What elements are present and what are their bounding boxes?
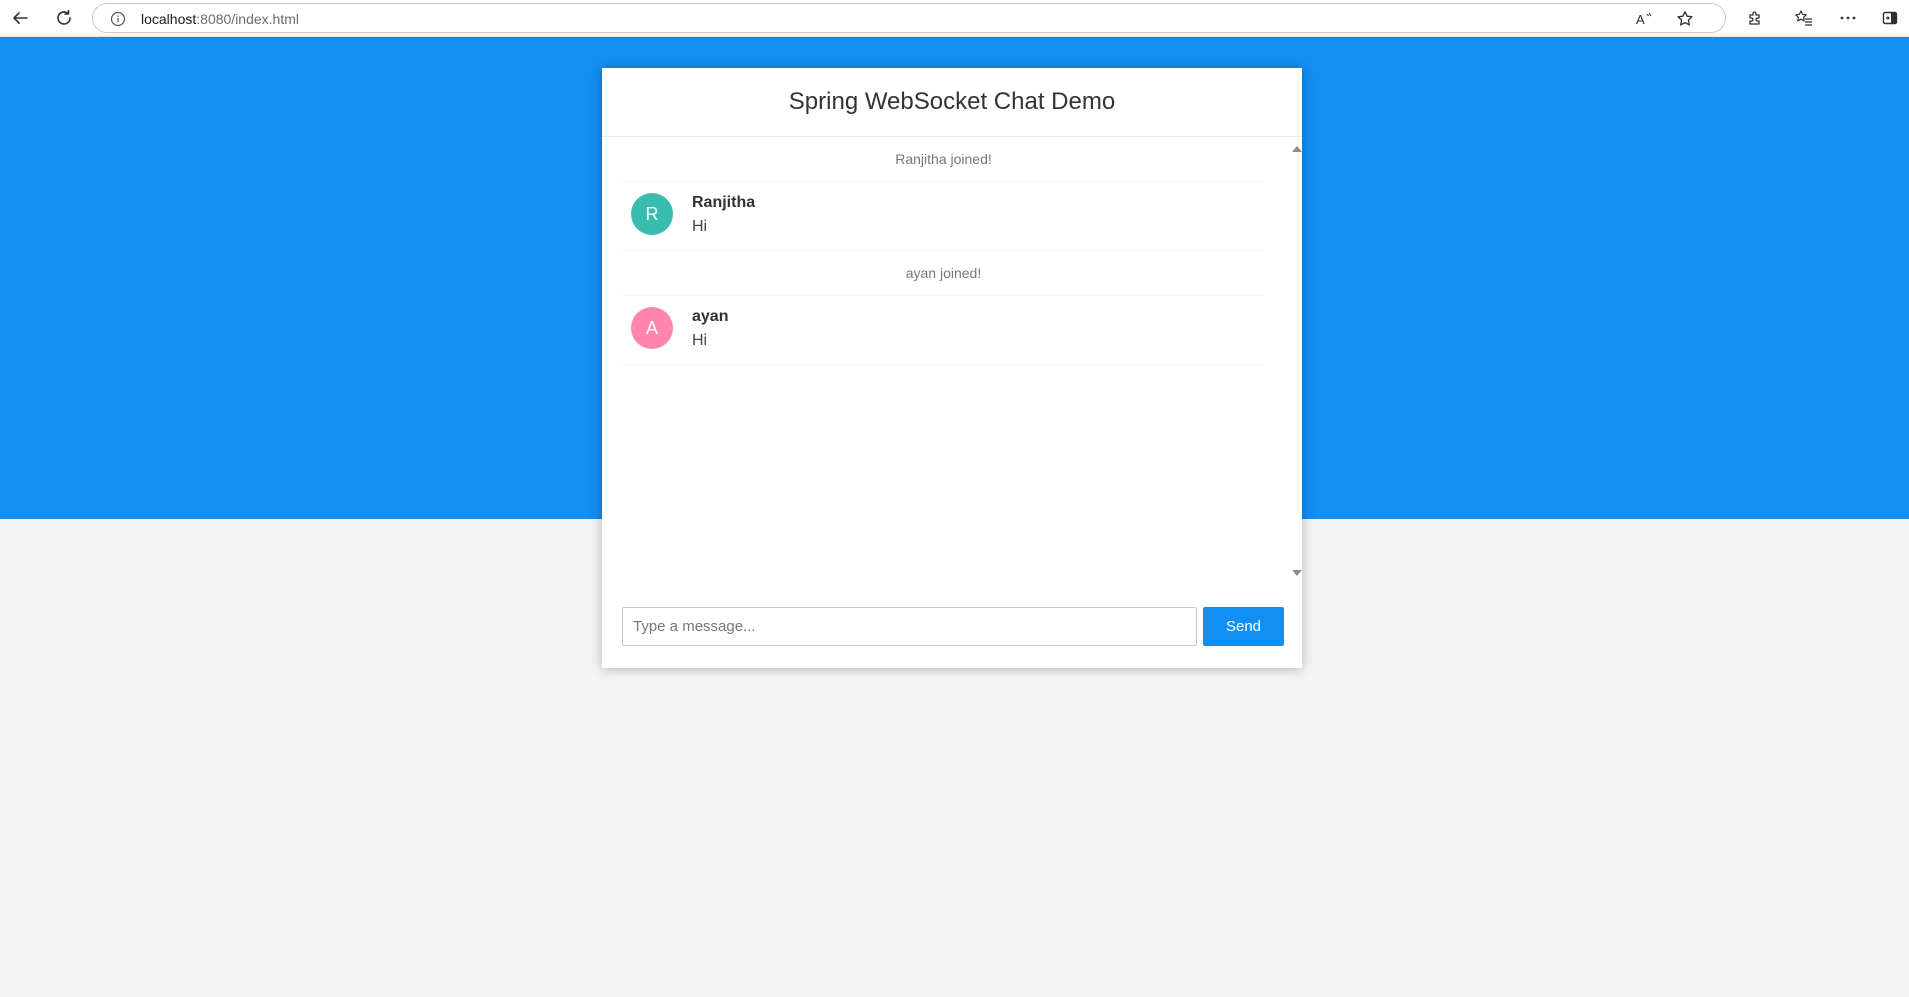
message-sender: Ranjitha (692, 194, 756, 211)
message-text: Hi (692, 332, 708, 349)
event-message: ayan joined! (622, 251, 1265, 296)
refresh-icon[interactable] (49, 4, 79, 32)
avatar: A (631, 307, 673, 349)
url-path: :8080/index.html (196, 11, 299, 27)
message-form: Send (622, 607, 1284, 646)
message-list: Ranjitha joined! R Ranjitha Hi ayan join… (602, 137, 1302, 365)
message-scrollbar[interactable] (1288, 137, 1302, 580)
scroll-down-arrow-icon[interactable] (1292, 570, 1302, 576)
favorites-icon[interactable] (1789, 4, 1819, 32)
read-aloud-icon[interactable]: A (1635, 10, 1655, 28)
event-message-text: ayan joined! (905, 265, 982, 281)
event-message-text: Ranjitha joined! (895, 151, 992, 167)
chat-title: Spring WebSocket Chat Demo (788, 88, 1116, 115)
message-area[interactable]: Ranjitha joined! R Ranjitha Hi ayan join… (602, 137, 1302, 580)
chat-message: R Ranjitha Hi (622, 182, 1265, 251)
message-text: Hi (692, 218, 708, 235)
browser-toolbar: localhost:8080/index.html A (0, 0, 1909, 37)
address-bar[interactable]: localhost:8080/index.html A (92, 3, 1726, 33)
back-arrow-icon[interactable] (5, 4, 35, 32)
favorite-star-icon[interactable] (1675, 10, 1695, 28)
chat-message: A ayan Hi (622, 296, 1265, 365)
info-icon[interactable] (110, 11, 126, 27)
send-button[interactable]: Send (1203, 607, 1284, 646)
chat-header: Spring WebSocket Chat Demo (602, 68, 1302, 137)
scroll-up-arrow-icon[interactable] (1292, 146, 1302, 152)
chat-container: Spring WebSocket Chat Demo Ranjitha join… (602, 68, 1302, 668)
more-options-icon[interactable] (1833, 4, 1863, 32)
message-input[interactable] (622, 607, 1197, 646)
event-message: Ranjitha joined! (622, 137, 1265, 182)
sidebar-toggle-icon[interactable] (1875, 4, 1905, 32)
message-sender: ayan (692, 308, 729, 325)
url-text[interactable]: localhost:8080/index.html (141, 11, 299, 27)
extensions-icon[interactable] (1740, 4, 1770, 32)
url-host: localhost (141, 11, 197, 27)
avatar: R (631, 193, 673, 235)
svg-text:A: A (1636, 12, 1645, 27)
